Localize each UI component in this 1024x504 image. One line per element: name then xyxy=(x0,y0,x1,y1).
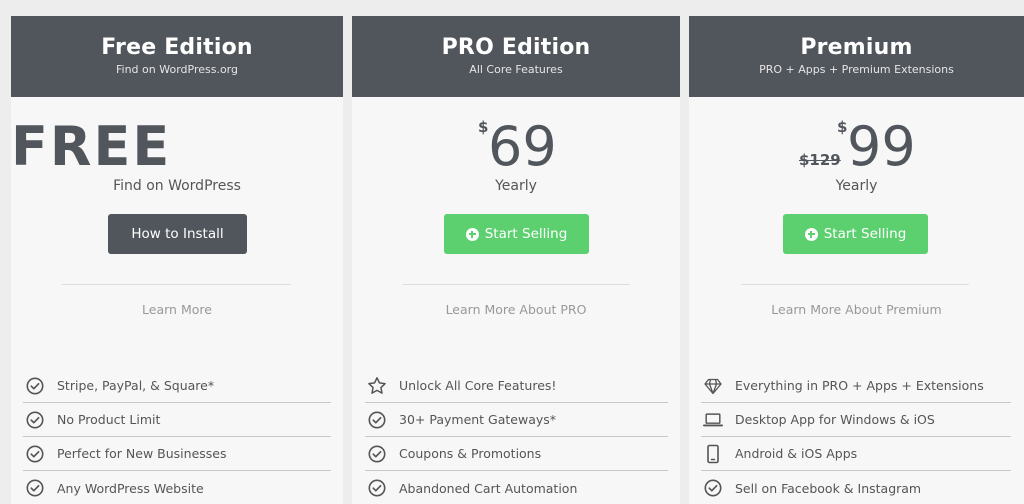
pricing-card-pro: PRO Edition All Core Features $ 69 Yearl… xyxy=(352,16,680,504)
card-subtitle: PRO + Apps + Premium Extensions xyxy=(759,63,954,76)
feature-list: Everything in PRO + Apps + Extensions De… xyxy=(701,369,1011,504)
feature-text: Coupons & Promotions xyxy=(399,446,542,461)
start-selling-button[interactable]: Start Selling xyxy=(783,214,928,254)
card-subtitle: All Core Features xyxy=(469,63,563,76)
card-title: PRO Edition xyxy=(441,35,591,60)
feature-text: Desktop App for Windows & iOS xyxy=(735,412,935,427)
feature-text: Abandoned Cart Automation xyxy=(399,480,578,496)
check-circle-icon xyxy=(25,376,45,396)
price-period: Yearly xyxy=(835,178,878,194)
feature-item: Perfect for New Businesses xyxy=(23,437,331,471)
feature-item: No Product Limit xyxy=(23,403,331,437)
card-header: Premium PRO + Apps + Premium Extensions xyxy=(689,16,1024,97)
check-circle-icon xyxy=(703,478,723,498)
old-price: $129 xyxy=(799,151,841,169)
plus-circle-icon xyxy=(804,227,818,241)
price-period: Yearly xyxy=(495,178,537,194)
divider xyxy=(62,284,291,285)
feature-list: Unlock All Core Features! 30+ Payment Ga… xyxy=(365,369,668,504)
feature-item: Abandoned Cart Automation xyxy=(365,471,668,504)
star-icon xyxy=(367,376,387,396)
feature-text: No Product Limit xyxy=(57,412,161,427)
check-circle-icon xyxy=(367,410,387,430)
phone-icon xyxy=(703,444,723,464)
feature-text: Perfect for New Businesses xyxy=(57,446,227,461)
button-label: Start Selling xyxy=(823,226,907,242)
pricing-card-premium: Premium PRO + Apps + Premium Extensions … xyxy=(689,16,1024,504)
price-value: 99 xyxy=(847,115,916,178)
check-circle-icon xyxy=(25,444,45,464)
price-period: Find on WordPress xyxy=(113,178,241,194)
feature-item: Coupons & Promotions xyxy=(365,437,668,471)
card-title: Premium xyxy=(800,35,913,60)
feature-item: Stripe, PayPal, & Square* xyxy=(23,369,331,403)
check-circle-icon xyxy=(367,478,387,498)
feature-item: Android & iOS Apps xyxy=(701,437,1011,471)
feature-text: Any WordPress Website xyxy=(57,480,204,496)
diamond-icon xyxy=(703,376,723,396)
feature-item: Sell on Facebook & Instagram xyxy=(701,471,1011,504)
feature-item: 30+ Payment Gateways* xyxy=(365,403,668,437)
feature-item: Unlock All Core Features! xyxy=(365,369,668,403)
card-title: Free Edition xyxy=(101,35,253,60)
laptop-icon xyxy=(703,410,723,430)
learn-more-link[interactable]: Learn More About Premium xyxy=(689,302,1024,317)
feature-text: Android & iOS Apps xyxy=(735,446,858,461)
divider xyxy=(741,284,969,285)
feature-item: Everything in PRO + Apps + Extensions xyxy=(701,369,1011,403)
check-circle-icon xyxy=(25,478,45,498)
currency-symbol: $ xyxy=(837,118,848,136)
check-circle-icon xyxy=(367,444,387,464)
feature-item: Desktop App for Windows & iOS xyxy=(701,403,1011,437)
feature-item: Any WordPress Website xyxy=(23,471,331,504)
card-header: Free Edition Find on WordPress.org xyxy=(11,16,343,97)
card-subtitle: Find on WordPress.org xyxy=(116,63,238,76)
how-to-install-button[interactable]: How to Install xyxy=(108,214,247,254)
learn-more-link[interactable]: Learn More xyxy=(11,302,343,317)
button-label: Start Selling xyxy=(484,226,568,242)
price-value: 69 xyxy=(488,115,557,178)
check-circle-icon xyxy=(25,410,45,430)
feature-text: 30+ Payment Gateways* xyxy=(399,412,557,427)
feature-text: Stripe, PayPal, & Square* xyxy=(57,378,215,393)
plus-circle-icon xyxy=(465,227,479,241)
button-label: How to Install xyxy=(131,226,224,242)
feature-text: Everything in PRO + Apps + Extensions xyxy=(735,378,984,393)
feature-list: Stripe, PayPal, & Square* No Product Lim… xyxy=(23,369,331,504)
feature-text: Sell on Facebook & Instagram xyxy=(735,480,922,496)
price-value: FREE xyxy=(11,115,172,178)
divider xyxy=(403,284,630,285)
currency-symbol: $ xyxy=(478,118,489,136)
start-selling-button[interactable]: Start Selling xyxy=(444,214,589,254)
card-header: PRO Edition All Core Features xyxy=(352,16,680,97)
learn-more-link[interactable]: Learn More About PRO xyxy=(352,302,680,317)
pricing-card-free: Free Edition Find on WordPress.org FREE … xyxy=(11,16,343,504)
feature-text: Unlock All Core Features! xyxy=(399,378,557,393)
